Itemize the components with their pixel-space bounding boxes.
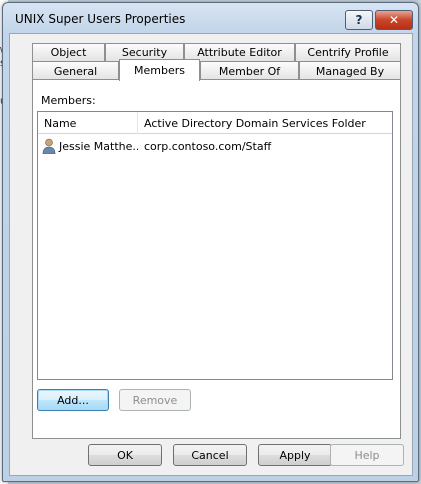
tab-object[interactable]: Object (32, 43, 105, 61)
remove-button[interactable]: Remove (119, 389, 191, 411)
tab-label: General (53, 64, 98, 78)
cancel-button[interactable]: Cancel (173, 444, 247, 466)
apply-button[interactable]: Apply (258, 444, 332, 466)
tab-general[interactable]: General (32, 61, 119, 80)
tab-label: Object (50, 46, 87, 59)
column-header-folder[interactable]: Active Directory Domain Services Folder (138, 112, 394, 134)
tab-label: Centrify Profile (307, 46, 389, 59)
properties-dialog: UNIX Super Users Properties ? ✕ Object S… (2, 2, 419, 482)
member-name: Jessie Matthe... (59, 139, 138, 153)
help-icon: ? (355, 13, 363, 27)
ok-button-label: OK (117, 448, 133, 462)
tab-label: Managed By (315, 64, 385, 78)
apply-button-label: Apply (279, 448, 311, 462)
members-list[interactable]: Name Active Directory Domain Services Fo… (37, 111, 393, 380)
member-folder: corp.contoso.com/Staff (144, 139, 272, 153)
footer-help-button[interactable]: Help (330, 444, 404, 466)
column-header-name[interactable]: Name (38, 112, 138, 134)
help-button[interactable]: ? (345, 10, 373, 30)
close-icon: ✕ (388, 13, 400, 27)
members-label: Members: (41, 94, 96, 107)
column-header-label: Name (44, 116, 77, 130)
tab-label: Attribute Editor (197, 46, 282, 59)
tab-members[interactable]: Members (119, 59, 200, 81)
window-title: UNIX Super Users Properties (15, 12, 186, 26)
tab-attribute-editor[interactable]: Attribute Editor (184, 43, 295, 61)
tab-centrify-profile[interactable]: Centrify Profile (295, 43, 401, 61)
remove-button-label: Remove (132, 393, 178, 407)
member-name-cell: Jessie Matthe... (42, 136, 138, 156)
cancel-button-label: Cancel (191, 448, 229, 462)
column-header-label: Active Directory Domain Services Folder (144, 116, 366, 130)
tab-member-of[interactable]: Member Of (200, 61, 299, 80)
members-tab-panel: Members: Name Active Directory Domain Se… (32, 79, 401, 439)
ok-button[interactable]: OK (88, 444, 162, 466)
close-button[interactable]: ✕ (375, 10, 413, 30)
title-bar[interactable]: UNIX Super Users Properties ? ✕ (3, 3, 418, 33)
help-button-label: Help (354, 448, 380, 462)
table-row[interactable]: Jessie Matthe... corp.contoso.com/Staff (38, 136, 392, 156)
tab-managed-by[interactable]: Managed By (299, 61, 401, 80)
members-list-header: Name Active Directory Domain Services Fo… (38, 112, 392, 134)
tab-label: Member Of (218, 64, 281, 78)
member-folder-cell: corp.contoso.com/Staff (144, 136, 384, 156)
dialog-client-area: Object Security Attribute Editor Centrif… (9, 33, 413, 476)
add-button-label: Add... (57, 393, 89, 407)
add-button[interactable]: Add... (37, 389, 109, 411)
tab-label: Security (121, 46, 168, 59)
tab-label: Members (134, 64, 185, 77)
user-icon (42, 138, 56, 154)
